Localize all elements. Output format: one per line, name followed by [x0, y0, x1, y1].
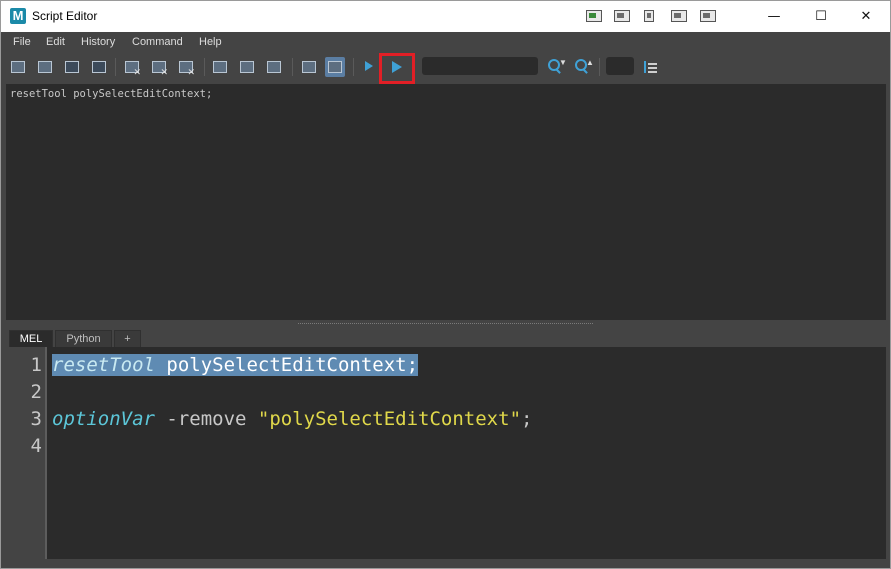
- code-argument: polySelectEditContext;: [154, 354, 419, 376]
- script-input-pane[interactable]: 1 2 3 4 resetTool polySelectEditContext;…: [6, 347, 886, 559]
- code-command: optionVar: [52, 408, 155, 430]
- goto-line-icon[interactable]: [640, 57, 660, 77]
- menu-help[interactable]: Help: [199, 35, 222, 49]
- code-command: resetTool: [52, 354, 155, 376]
- layout-icon-3[interactable]: [644, 10, 654, 22]
- maya-app-icon: M: [10, 8, 26, 24]
- line-number: 4: [30, 435, 42, 457]
- minimize-button[interactable]: —: [751, 1, 797, 32]
- selected-text: resetTool polySelectEditContext;: [52, 354, 419, 376]
- tab-mel[interactable]: MEL: [9, 330, 53, 347]
- execute-highlight-box: [379, 53, 415, 84]
- menu-edit[interactable]: Edit: [46, 35, 65, 49]
- line-number-gutter: 1 2 3 4: [6, 347, 47, 559]
- execute-all-icon[interactable]: [360, 57, 380, 77]
- search-field[interactable]: [422, 57, 538, 75]
- code-flag: -remove: [154, 408, 258, 430]
- layout-icon-2[interactable]: [614, 10, 630, 22]
- tab-python[interactable]: Python: [55, 330, 112, 347]
- toolbar-separator: [353, 58, 354, 76]
- search-down-icon[interactable]: ▼: [547, 58, 567, 76]
- line-number: 2: [30, 381, 42, 403]
- menu-command[interactable]: Command: [132, 35, 183, 49]
- toolbar-separator: [292, 58, 293, 76]
- title-bar: M Script Editor — ☐ ✕: [1, 1, 890, 32]
- tab-bar: MEL Python +: [6, 329, 886, 347]
- show-line-numbers-icon[interactable]: [325, 57, 345, 77]
- script-editor-window: M Script Editor — ☐ ✕ File Edit History …: [0, 0, 891, 569]
- toolbar-separator: [599, 58, 600, 76]
- clear-input-icon[interactable]: ✕: [149, 57, 169, 77]
- code-line-1: resetTool polySelectEditContext;: [52, 352, 419, 379]
- code-string: "polySelectEditContext": [257, 408, 522, 430]
- menu-file[interactable]: File: [13, 35, 31, 49]
- code-terminator: ;: [521, 408, 533, 430]
- show-both-icon[interactable]: [264, 57, 284, 77]
- pane-splitter[interactable]: [6, 320, 886, 328]
- menu-bar: File Edit History Command Help: [1, 32, 890, 52]
- window-title: Script Editor: [32, 9, 98, 23]
- menu-history[interactable]: History: [81, 35, 115, 49]
- source-script-icon[interactable]: [35, 57, 55, 77]
- line-number: 3: [30, 408, 42, 430]
- toolbar-separator: [115, 58, 116, 76]
- add-tab-button[interactable]: +: [114, 330, 141, 347]
- save-script-icon[interactable]: [62, 57, 82, 77]
- search-up-icon[interactable]: ▲: [574, 58, 594, 76]
- open-script-icon[interactable]: [8, 57, 28, 77]
- history-line: resetTool polySelectEditContext;: [10, 88, 213, 100]
- history-pane[interactable]: resetTool polySelectEditContext;: [6, 84, 886, 320]
- clear-history-icon[interactable]: ✕: [122, 57, 142, 77]
- maximize-button[interactable]: ☐: [798, 1, 844, 32]
- layout-icon-4[interactable]: [671, 10, 687, 22]
- layout-icon-1[interactable]: [586, 10, 602, 22]
- toolbar: ✕ ✕ ✕ ▼ ▲: [1, 52, 890, 84]
- code-line-3: optionVar -remove "polySelectEditContext…: [52, 406, 532, 433]
- toolbar-separator: [204, 58, 205, 76]
- layout-icon-5[interactable]: [700, 10, 716, 22]
- close-button[interactable]: ✕: [843, 1, 889, 32]
- echo-all-commands-icon[interactable]: [299, 57, 319, 77]
- goto-line-field[interactable]: [606, 57, 634, 75]
- show-history-only-icon[interactable]: [210, 57, 230, 77]
- clear-all-icon[interactable]: ✕: [176, 57, 196, 77]
- save-script-to-shelf-icon[interactable]: [89, 57, 109, 77]
- show-input-only-icon[interactable]: [237, 57, 257, 77]
- line-number: 1: [30, 354, 42, 376]
